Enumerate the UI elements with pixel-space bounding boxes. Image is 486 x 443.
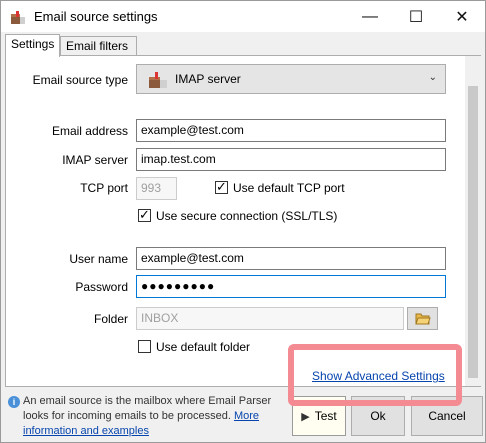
source-type-label: Email source type — [32, 73, 128, 87]
default-folder-checkbox[interactable] — [138, 340, 151, 353]
email-address-label: Email address — [51, 124, 128, 138]
password-label: Password — [75, 280, 128, 294]
tab-settings[interactable]: Settings — [5, 34, 60, 57]
mailbox-icon — [149, 72, 167, 88]
dialog-window: Email source settings — ☐ ✕ Settings Ema… — [0, 0, 486, 443]
settings-panel: Email source type IMAP server ⌄ Email ad… — [5, 55, 481, 387]
app-icon — [11, 11, 25, 24]
secure-connection-checkbox[interactable] — [138, 207, 151, 223]
tcp-port-field[interactable]: 993 — [136, 177, 177, 200]
imap-server-field[interactable]: imap.test.com — [136, 148, 446, 171]
source-type-dropdown[interactable]: IMAP server ⌄ — [136, 64, 446, 94]
window-title: Email source settings — [34, 9, 158, 24]
password-field[interactable]: ●●●●●●●●● — [136, 275, 446, 298]
title-bar[interactable]: Email source settings — ☐ ✕ — [1, 1, 485, 32]
play-icon: ▶ — [301, 410, 310, 423]
folder-icon — [415, 313, 431, 325]
test-button-label: Test — [314, 409, 337, 423]
tcp-port-label: TCP port — [80, 181, 128, 195]
folder-field[interactable]: INBOX — [136, 307, 404, 330]
info-icon: i — [8, 396, 20, 408]
annotation-highlight — [288, 344, 462, 406]
default-port-label: Use default TCP port — [233, 181, 345, 195]
tab-email-filters[interactable]: Email filters — [60, 36, 137, 56]
close-button[interactable]: ✕ — [439, 1, 485, 32]
maximize-button[interactable]: ☐ — [393, 1, 439, 32]
default-folder-label: Use default folder — [156, 340, 251, 354]
user-name-label: User name — [69, 252, 128, 266]
default-port-checkbox[interactable] — [215, 179, 228, 195]
scrollbar[interactable] — [465, 56, 481, 386]
user-name-field[interactable]: example@test.com — [136, 247, 446, 270]
folder-label: Folder — [93, 312, 128, 326]
scrollbar-thumb[interactable] — [468, 86, 478, 378]
secure-connection-label: Use secure connection (SSL/TLS) — [156, 209, 338, 223]
imap-server-label: IMAP server — [62, 153, 128, 167]
email-address-field[interactable]: example@test.com — [136, 119, 446, 142]
chevron-down-icon: ⌄ — [428, 72, 437, 83]
source-type-value: IMAP server — [175, 72, 241, 86]
minimize-button[interactable]: — — [347, 1, 393, 32]
footer-info-text: An email source is the mailbox where Ema… — [23, 394, 278, 439]
browse-folder-button[interactable] — [407, 307, 438, 330]
